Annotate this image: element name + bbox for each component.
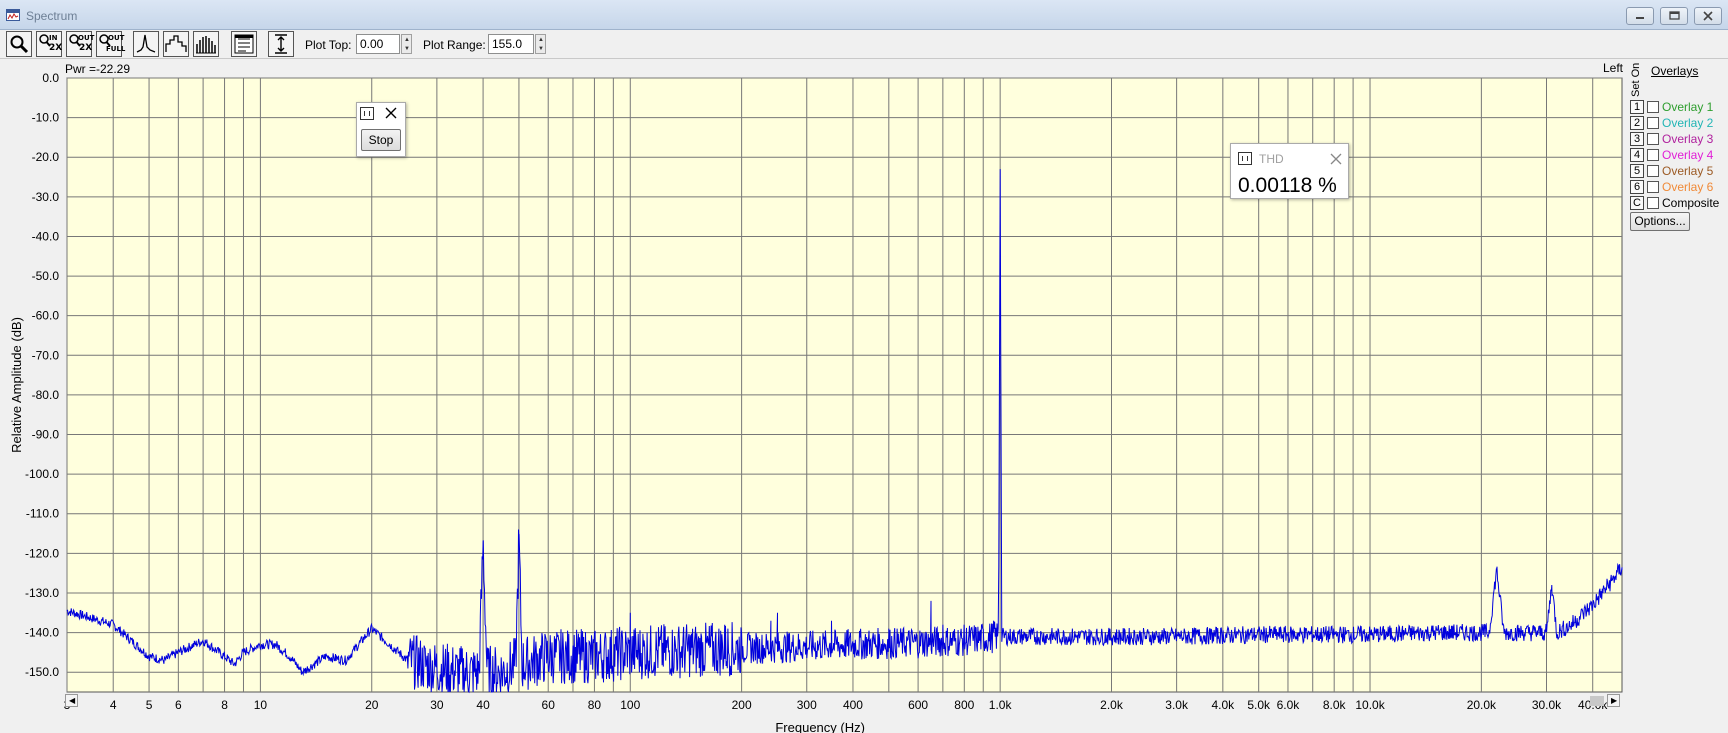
options-button[interactable]: Options...: [1630, 212, 1690, 231]
y-tick-label: -70.0: [32, 348, 60, 362]
x-tick-label: 30: [430, 698, 444, 712]
y-tick-label: -110.0: [26, 507, 59, 521]
x-tick-label: 8: [221, 698, 228, 712]
scroll-right-button[interactable]: ▶: [1607, 694, 1620, 707]
y-tick-label: -40.0: [32, 229, 60, 243]
overlay-on-checkbox[interactable]: [1647, 133, 1659, 145]
overlay-on-checkbox[interactable]: [1647, 117, 1659, 129]
x-tick-label: 6.0k: [1277, 698, 1301, 712]
x-tick-label: 300: [797, 698, 817, 712]
thd-window: THD 0.00118 %: [1230, 143, 1349, 199]
close-icon[interactable]: [385, 107, 397, 119]
pin-icon[interactable]: [360, 107, 374, 120]
thd-title: THD: [1259, 152, 1284, 166]
set-on-column-labels: Set On: [1630, 62, 1642, 97]
overlay-label: Composite: [1662, 196, 1720, 210]
overlay-set-button[interactable]: 1: [1630, 100, 1644, 114]
overlay-label: Overlay 1: [1662, 100, 1714, 114]
x-tick-label: 10.0k: [1355, 698, 1385, 712]
x-tick-label: 40: [476, 698, 490, 712]
x-tick-label: 4.0k: [1211, 698, 1235, 712]
overlay-label: Overlay 4: [1662, 148, 1714, 162]
stop-button[interactable]: Stop: [361, 129, 401, 151]
x-tick-label: 1.0k: [989, 698, 1013, 712]
power-readout: Pwr =-22.29: [65, 62, 131, 76]
x-tick-label: 8.0k: [1323, 698, 1347, 712]
x-tick-label: 100: [620, 698, 640, 712]
scroll-thumb[interactable]: [1590, 696, 1604, 706]
overlays-panel: Overlays Set On 1 Overlay 1 2 Overlay 2 3 Ove…: [1626, 59, 1728, 733]
x-tick-label: 10: [254, 698, 268, 712]
y-tick-label: -10.0: [32, 111, 60, 125]
y-axis-label: Relative Amplitude (dB): [9, 317, 24, 453]
y-tick-label: -150.0: [25, 665, 59, 679]
y-tick-label: -120.0: [25, 546, 59, 560]
x-tick-label: 60: [542, 698, 556, 712]
x-tick-label: 30.0k: [1532, 698, 1562, 712]
overlay-label: Overlay 2: [1662, 116, 1714, 130]
overlay-on-checkbox[interactable]: [1647, 149, 1659, 161]
y-tick-label: -140.0: [25, 626, 59, 640]
x-tick-label: 6: [175, 698, 182, 712]
y-tick-label: 0.0: [42, 71, 59, 85]
y-tick-label: -90.0: [32, 428, 60, 442]
x-tick-label: 600: [908, 698, 928, 712]
channel-label: Left: [1603, 61, 1624, 75]
overlay-set-button[interactable]: C: [1630, 196, 1644, 210]
overlay-on-checkbox[interactable]: [1647, 197, 1659, 209]
x-tick-label: 80: [588, 698, 602, 712]
scroll-left-button[interactable]: ◀: [65, 694, 78, 707]
y-tick-label: -60.0: [32, 309, 60, 323]
stop-window: Stop: [356, 102, 406, 157]
x-tick-label: 20: [365, 698, 379, 712]
y-tick-label: -20.0: [32, 150, 60, 164]
y-tick-label: -80.0: [32, 388, 60, 402]
thd-value: 0.00118 %: [1238, 174, 1337, 197]
close-icon[interactable]: [1330, 153, 1342, 165]
x-tick-label: 2.0k: [1100, 698, 1124, 712]
overlay-on-checkbox[interactable]: [1647, 181, 1659, 193]
x-tick-label: 5.0k: [1247, 698, 1271, 712]
x-tick-label: 5: [146, 698, 153, 712]
y-tick-label: -50.0: [32, 269, 60, 283]
y-tick-label: -30.0: [32, 190, 60, 204]
x-tick-label: 200: [732, 698, 752, 712]
overlay-set-button[interactable]: 2: [1630, 116, 1644, 130]
x-tick-label: 800: [954, 698, 974, 712]
plot-area: [66, 77, 1623, 693]
x-tick-label: 400: [843, 698, 863, 712]
y-tick-label: -130.0: [25, 586, 59, 600]
x-tick-label: 3.0k: [1165, 698, 1189, 712]
overlay-label: Overlay 5: [1662, 164, 1714, 178]
minimize-button[interactable]: [1626, 7, 1654, 25]
y-tick-label: -100.0: [25, 467, 59, 481]
overlay-label: Overlay 3: [1662, 132, 1714, 146]
overlay-set-button[interactable]: 4: [1630, 148, 1644, 162]
close-button[interactable]: [1694, 7, 1722, 25]
overlay-on-checkbox[interactable]: [1647, 101, 1659, 113]
overlay-set-button[interactable]: 5: [1630, 164, 1644, 178]
overlay-set-button[interactable]: 6: [1630, 180, 1644, 194]
pin-icon[interactable]: [1238, 152, 1252, 165]
x-tick-label: 20.0k: [1467, 698, 1497, 712]
overlay-on-checkbox[interactable]: [1647, 165, 1659, 177]
overlay-set-button[interactable]: 3: [1630, 132, 1644, 146]
overlays-header: Overlays: [1651, 64, 1699, 78]
x-tick-label: 4: [110, 698, 117, 712]
restore-button[interactable]: [1660, 7, 1688, 25]
spectrum-chart[interactable]: 0.0 -10.0 -20.0 -30.0 -40.0 -50.0 -60.0 -70.0 -8…: [0, 0, 1626, 733]
overlay-label: Overlay 6: [1662, 180, 1714, 194]
x-axis-label: Frequency (Hz): [775, 720, 865, 733]
